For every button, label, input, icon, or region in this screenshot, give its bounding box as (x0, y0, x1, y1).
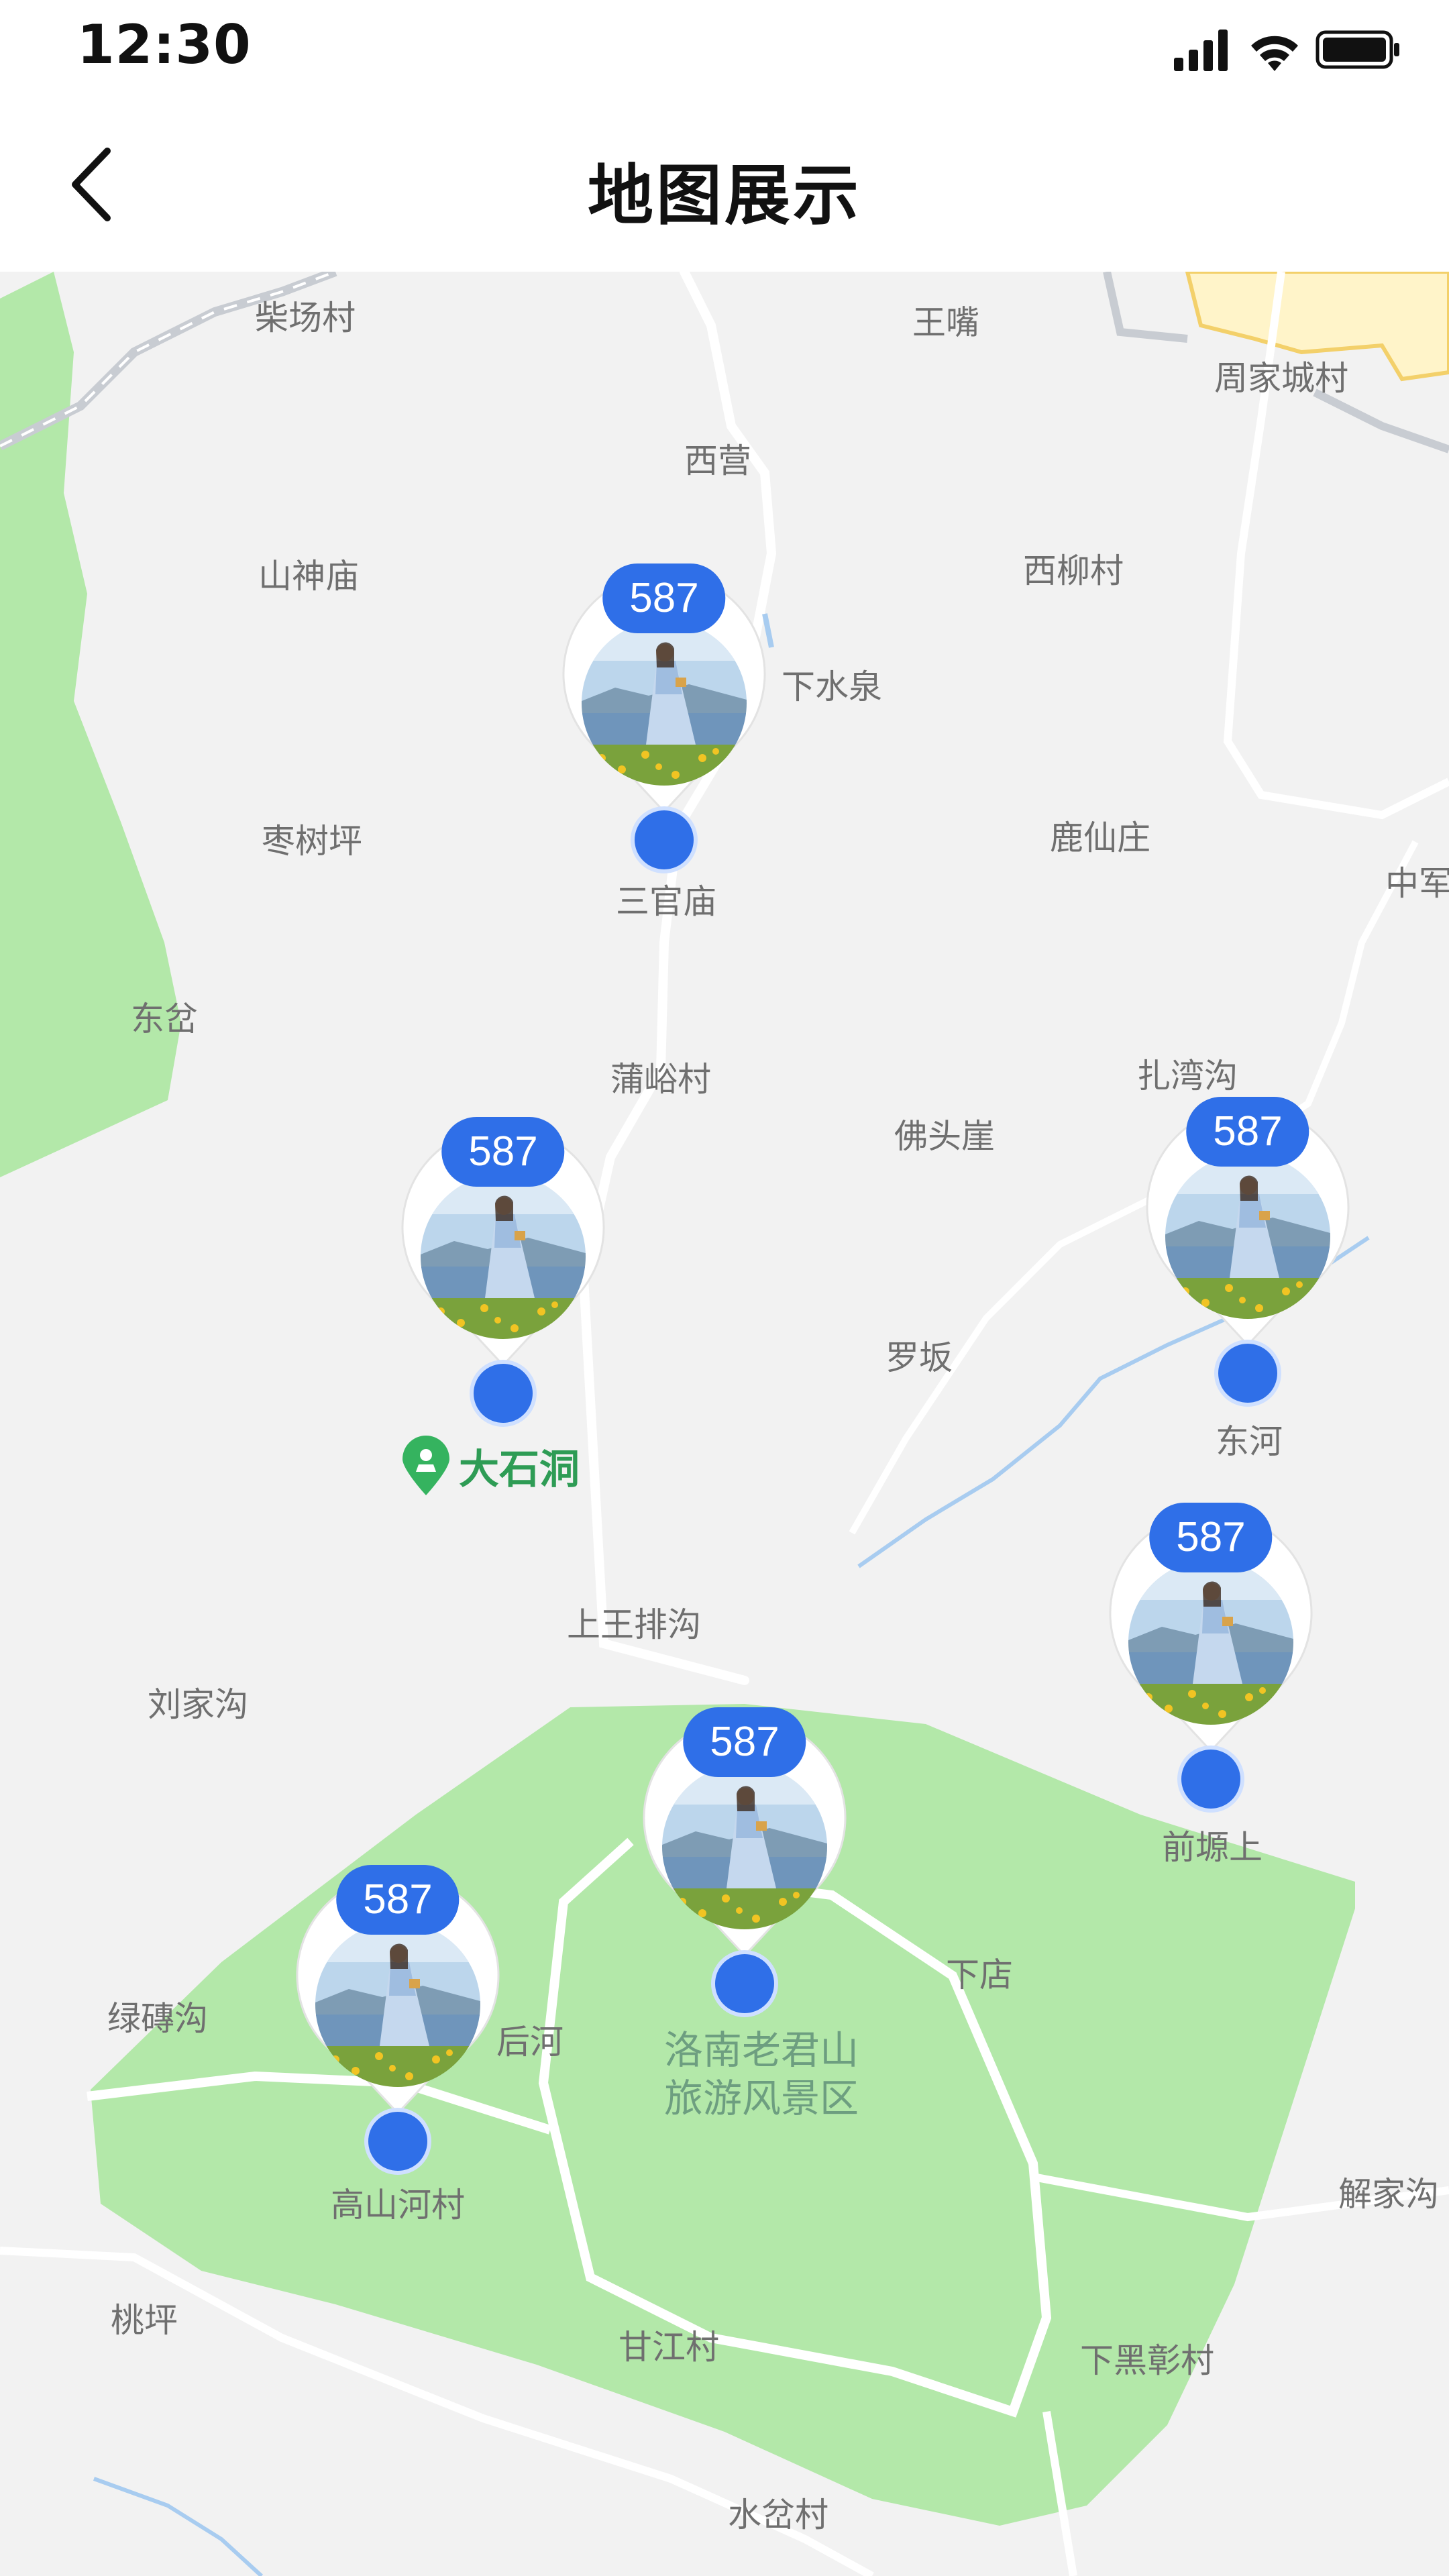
photo-marker[interactable]: 587 (637, 1707, 852, 2029)
place-label: 东河 (1216, 1422, 1283, 1461)
place-label: 甘江村 (619, 2328, 719, 2367)
marker-photo (315, 1922, 480, 2087)
marker-photo (582, 621, 747, 786)
place-label: 王嘴 (912, 303, 979, 342)
place-label: 佛头崖 (894, 1117, 995, 1156)
marker-count-badge: 587 (336, 1865, 460, 1935)
poi-label: 大石洞 (459, 1446, 580, 1493)
marker-anchor-dot (364, 2108, 431, 2175)
photo-image (315, 1922, 480, 2087)
marker-anchor-dot (631, 806, 698, 873)
page-title: 地图展示 (587, 158, 861, 234)
place-label: 绿磚沟 (107, 1999, 208, 2038)
wifi-icon (1251, 36, 1298, 71)
place-label: 上王排沟 (567, 1605, 701, 1644)
place-label: 下水泉 (782, 667, 882, 706)
place-label: 西柳村 (1023, 551, 1124, 590)
photo-marker[interactable]: 587 (1104, 1503, 1318, 1825)
place-label: 蒲峪村 (610, 1060, 711, 1099)
marker-count-badge: 587 (683, 1707, 806, 1777)
place-label: 鹿仙庄 (1050, 818, 1150, 857)
photo-image (1165, 1154, 1330, 1319)
photo-marker[interactable]: 587 (290, 1865, 505, 2187)
place-label: 刘家沟 (148, 1685, 248, 1724)
place-label: 前塬上 (1162, 1828, 1263, 1867)
place-label: 下黑彰村 (1080, 2341, 1214, 2380)
place-label: 西营 (684, 441, 751, 480)
place-label: 解家沟 (1338, 2175, 1439, 2214)
marker-photo (421, 1174, 586, 1339)
marker-photo (1165, 1154, 1330, 1319)
photo-marker[interactable]: 587 (396, 1117, 610, 1439)
marker-count-badge: 587 (602, 564, 726, 633)
marker-anchor-dot (470, 1360, 537, 1427)
marker-anchor-dot (1177, 1746, 1244, 1813)
photo-image (1128, 1560, 1293, 1725)
place-label: 后河 (496, 2023, 564, 2061)
place-label: 周家城村 (1214, 359, 1348, 398)
place-label: 罗坂 (885, 1338, 953, 1377)
battery-icon (1316, 30, 1399, 69)
nav-bar: 地图展示 (0, 101, 1449, 272)
photo-image (582, 621, 747, 786)
poi-marker[interactable]: 大石洞 (400, 1435, 580, 1497)
place-label: 桃坪 (111, 2301, 178, 2340)
place-label: 柴场村 (255, 299, 356, 337)
photo-image (421, 1174, 586, 1339)
marker-photo (662, 1764, 827, 1929)
map-view[interactable]: 柴场村 王嘴 周家城村 西营 山神庙 西柳村 下水泉 枣树坪 鹿仙庄 中军 三官庙 东岔 蒲峪村 扎湾沟佛… (0, 272, 1449, 2576)
marker-count-badge: 587 (1149, 1503, 1273, 1572)
place-label: 东岔 (131, 1000, 198, 1038)
status-time: 12:30 (77, 13, 252, 76)
marker-anchor-dot (1214, 1340, 1281, 1407)
place-label: 中军 (1385, 864, 1449, 903)
place-label: 山神庙 (258, 557, 359, 596)
signal-icon (1174, 30, 1228, 71)
status-bar: 12:30 (0, 0, 1449, 101)
marker-anchor-dot (711, 1950, 778, 2017)
place-label: 扎湾沟 (1137, 1057, 1238, 1095)
photo-marker[interactable]: 587 (1140, 1097, 1355, 1419)
place-label: 枣树坪 (262, 822, 362, 861)
photo-marker[interactable]: 587 (557, 564, 771, 885)
scenic-area-label: 洛南老君山 旅游风景区 (621, 2026, 902, 2123)
marker-count-badge: 587 (441, 1117, 565, 1187)
scenic-area-line2: 旅游风景区 (663, 2076, 859, 2121)
marker-photo (1128, 1560, 1293, 1725)
status-icons (1174, 30, 1399, 71)
scenic-area-line1: 洛南老君山 (663, 2027, 859, 2073)
place-label: 水岔村 (728, 2496, 828, 2534)
marker-count-badge: 587 (1186, 1097, 1309, 1167)
location-pin-icon (402, 1436, 449, 1495)
photo-image (662, 1764, 827, 1929)
place-label: 下店 (946, 1955, 1013, 1994)
